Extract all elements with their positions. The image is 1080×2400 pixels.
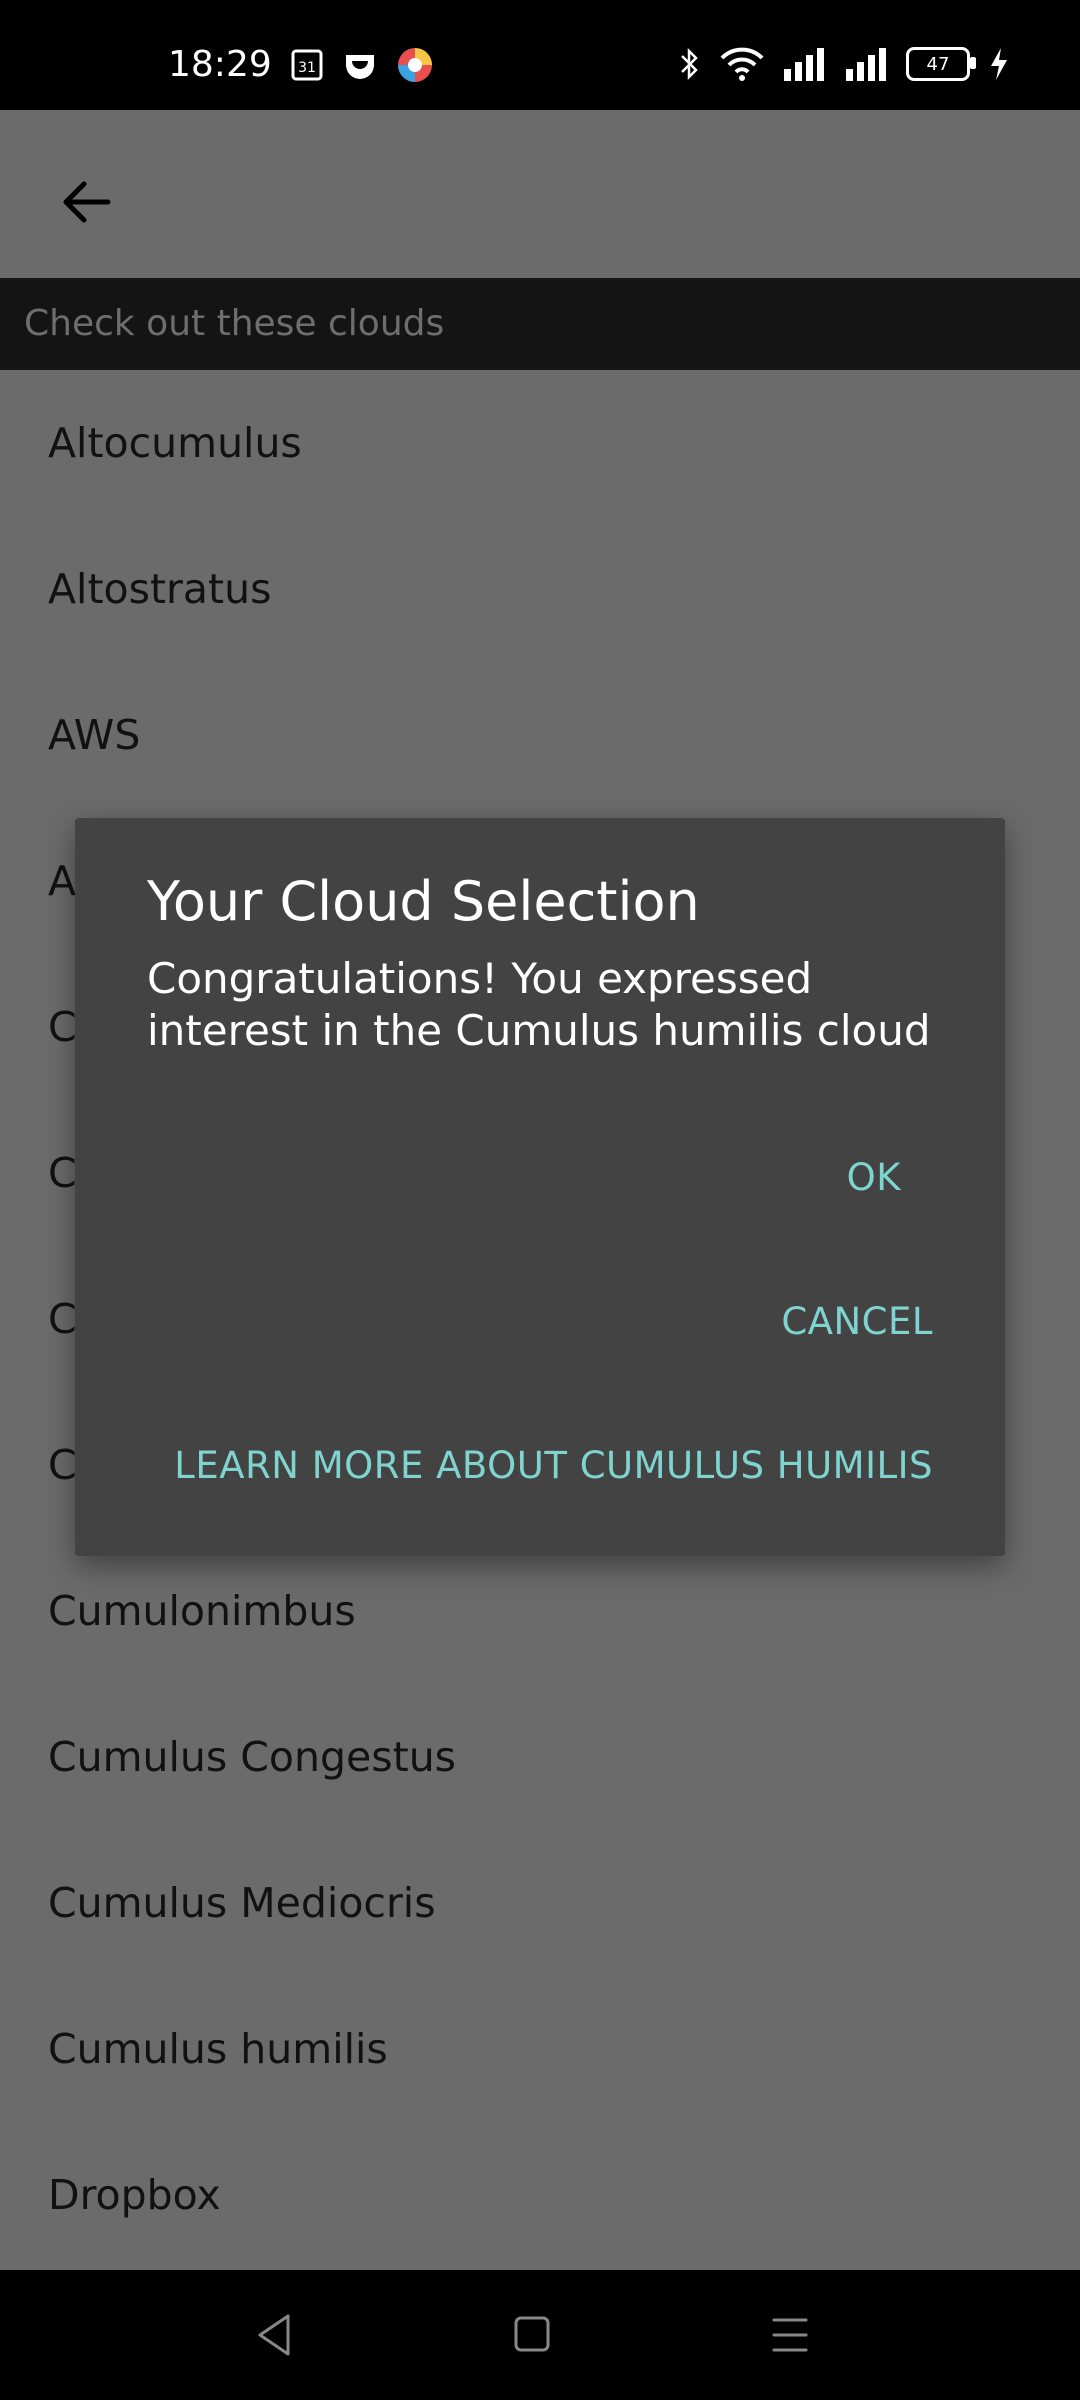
cancel-button[interactable]: CANCEL: [781, 1300, 933, 1343]
battery-icon: 47: [906, 47, 976, 81]
navigation-bar: [0, 2270, 1080, 2400]
browser-icon: [398, 48, 432, 82]
dialog-message: Congratulations! You expressed interest …: [147, 954, 931, 1055]
signal-icon: [784, 48, 824, 81]
section-header: Check out these clouds: [0, 278, 1080, 370]
status-bar: 18:29 31 47: [0, 0, 1080, 110]
list-item[interactable]: Cumulus humilis: [0, 1976, 1080, 2122]
list-item[interactable]: Dropbox: [0, 2122, 1080, 2268]
shopping-bag-icon: [346, 55, 374, 79]
ok-button[interactable]: OK: [847, 1156, 901, 1199]
app-bar: [0, 110, 1080, 278]
dialog-title: Your Cloud Selection: [147, 870, 700, 933]
bluetooth-icon: [681, 47, 698, 81]
status-time: 18:29: [168, 44, 272, 85]
list-item[interactable]: AWS: [0, 662, 1080, 808]
wifi-icon: [720, 47, 764, 81]
signal-icon-2: [846, 48, 886, 81]
list-item[interactable]: Cumulonimbus: [0, 1538, 1080, 1684]
notification-icons: 31: [290, 46, 434, 84]
system-icons: 47: [678, 46, 1010, 82]
home-square-icon[interactable]: [510, 2310, 554, 2360]
charging-icon: [991, 48, 1007, 80]
cloud-selection-dialog: Your Cloud Selection Congratulations! Yo…: [75, 818, 1005, 1556]
calendar-icon: 31: [291, 49, 323, 81]
list-item[interactable]: Altocumulus: [0, 370, 1080, 516]
list-item[interactable]: Cumulus Mediocris: [0, 1830, 1080, 1976]
calendar-day: 31: [298, 60, 316, 76]
menu-lines-icon[interactable]: [768, 2310, 812, 2360]
list-item[interactable]: Altostratus: [0, 516, 1080, 662]
battery-level: 47: [926, 53, 950, 75]
back-triangle-icon[interactable]: [252, 2310, 296, 2360]
learn-more-button[interactable]: LEARN MORE ABOUT CUMULUS HUMILIS: [174, 1444, 933, 1487]
arrow-left-icon[interactable]: [56, 172, 116, 232]
list-item[interactable]: Cumulus Congestus: [0, 1684, 1080, 1830]
